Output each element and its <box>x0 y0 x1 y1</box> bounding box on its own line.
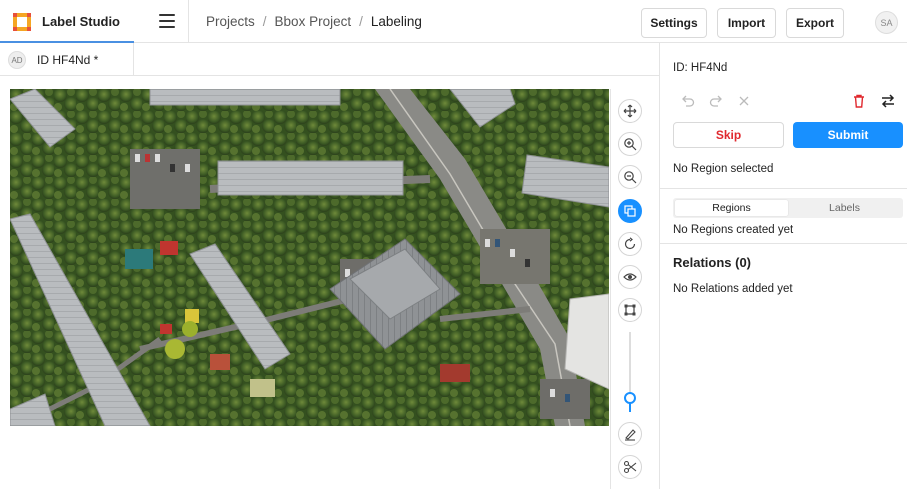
slider-handle-icon[interactable] <box>622 391 638 413</box>
app-name: Label Studio <box>42 14 120 29</box>
divider <box>188 0 189 43</box>
tool-panel <box>610 89 647 489</box>
rectangle-select-tool[interactable] <box>618 199 642 223</box>
export-button[interactable]: Export <box>786 8 844 38</box>
scissors-icon <box>623 460 637 474</box>
divider <box>660 243 907 244</box>
visibility-tool[interactable] <box>618 265 642 289</box>
task-tab[interactable]: AD ID HF4Nd * <box>0 43 134 76</box>
scissors-tool[interactable] <box>618 455 642 479</box>
rotate-tool[interactable] <box>618 232 642 256</box>
breadcrumb-current: Labeling <box>370 14 422 29</box>
breadcrumb: Projects / Bbox Project / Labeling <box>206 14 422 29</box>
settings-toggle-button[interactable] <box>880 93 896 109</box>
user-avatar[interactable]: SA <box>875 11 898 34</box>
zoom-out-tool[interactable] <box>618 165 642 189</box>
zoom-in-icon <box>624 138 637 151</box>
brush-icon <box>625 429 636 441</box>
annotation-id: ID: HF4Nd <box>673 62 728 74</box>
no-region-text: No Region selected <box>673 163 774 175</box>
redo-button[interactable] <box>708 93 724 109</box>
undo-button[interactable] <box>680 93 696 109</box>
zoom-in-tool[interactable] <box>618 132 642 156</box>
no-relations-text: No Relations added yet <box>673 283 793 295</box>
eye-icon <box>623 273 637 281</box>
top-bar: Label Studio Projects / Bbox Project / Label… <box>0 0 907 43</box>
tab-labels[interactable]: Labels <box>788 200 901 216</box>
reset-button[interactable] <box>736 93 752 109</box>
relations-heading: Relations (0) <box>673 255 752 270</box>
rectangle-select-icon <box>624 205 636 217</box>
divider <box>660 188 907 189</box>
task-tab-row: AD ID HF4Nd * <box>0 43 659 76</box>
close-icon <box>739 96 749 106</box>
image-canvas[interactable] <box>10 89 609 426</box>
bounding-box-tool[interactable] <box>618 298 642 322</box>
delete-button[interactable] <box>851 93 867 109</box>
breadcrumb-separator: / <box>359 14 363 29</box>
rotate-icon <box>624 237 636 250</box>
brand[interactable]: Label Studio <box>0 0 134 43</box>
aerial-image <box>10 89 609 426</box>
zoom-out-icon <box>624 171 637 184</box>
regions-labels-switch: Regions Labels <box>673 198 903 218</box>
annotator-avatar: AD <box>8 51 26 69</box>
settings-button[interactable]: Settings <box>641 8 707 38</box>
breadcrumb-separator: / <box>262 14 267 29</box>
skip-button[interactable]: Skip <box>673 122 784 148</box>
tab-regions[interactable]: Regions <box>675 200 788 216</box>
breadcrumb-project[interactable]: Bbox Project <box>275 14 352 29</box>
bounding-box-icon <box>624 304 636 316</box>
pan-tool[interactable] <box>618 99 642 123</box>
brush-tool[interactable] <box>618 422 642 446</box>
swap-icon <box>881 94 895 108</box>
brightness-slider-track[interactable] <box>629 332 631 400</box>
task-id-label: ID HF4Nd * <box>37 53 99 67</box>
submit-button[interactable]: Submit <box>793 122 903 148</box>
no-regions-text: No Regions created yet <box>673 224 794 236</box>
label-studio-logo-icon <box>13 13 31 31</box>
side-panel: ID: HF4Nd Skip Submit No Region selected… <box>659 43 907 489</box>
import-button[interactable]: Import <box>717 8 776 38</box>
trash-icon <box>854 94 864 108</box>
hamburger-menu-icon[interactable] <box>159 14 175 28</box>
breadcrumb-projects[interactable]: Projects <box>206 14 255 29</box>
redo-icon <box>709 95 722 107</box>
undo-icon <box>682 95 695 107</box>
pan-icon <box>623 104 637 118</box>
